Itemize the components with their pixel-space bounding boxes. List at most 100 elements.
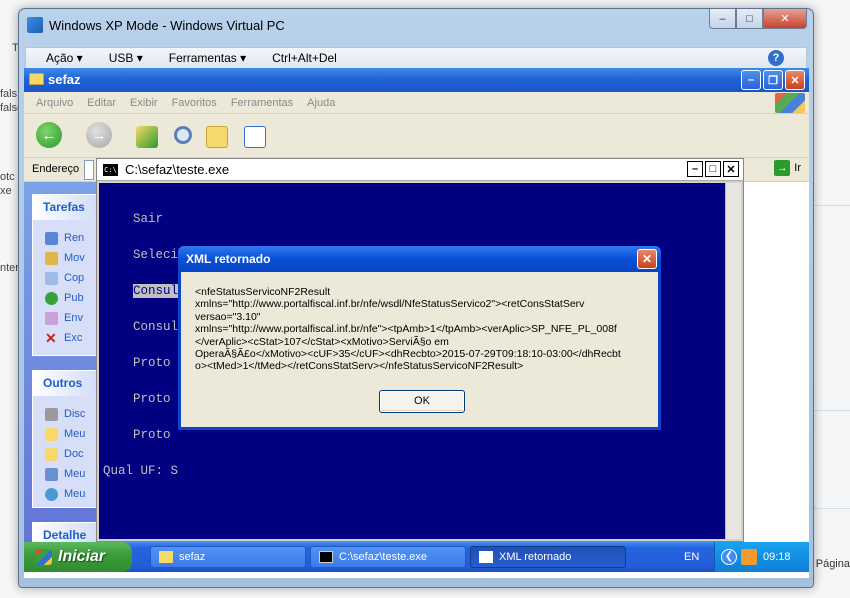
window-icon bbox=[479, 551, 493, 563]
xp-guest-screen: sefaz – ❐ ✕ Arquivo Editar Exibir Favori… bbox=[24, 68, 809, 578]
place-label: Doc bbox=[64, 448, 84, 460]
language-indicator[interactable]: EN bbox=[684, 551, 699, 563]
dialog-message: <nfeStatusServicoNF2Result xmlns="http:/… bbox=[195, 286, 621, 373]
vpc-window-title: Windows XP Mode - Windows Virtual PC bbox=[49, 18, 285, 33]
dialog-title: XML retornado bbox=[186, 252, 271, 266]
clock[interactable]: 09:18 bbox=[763, 551, 791, 563]
place-label: Disc bbox=[64, 408, 86, 420]
menu-arquivo[interactable]: Arquivo bbox=[36, 97, 73, 109]
host-fragment: fals bbox=[0, 88, 18, 100]
menu-ajuda[interactable]: Ajuda bbox=[307, 97, 335, 109]
computer-icon bbox=[45, 467, 58, 481]
menu-ferramentas[interactable]: Ferramentas ▾ bbox=[169, 51, 246, 65]
forward-arrow-icon[interactable]: → bbox=[86, 122, 112, 148]
explorer-title: sefaz bbox=[48, 72, 81, 87]
virtual-pc-icon bbox=[27, 17, 43, 33]
console-line: Proto bbox=[103, 428, 171, 442]
console-close-button[interactable]: ✕ bbox=[723, 161, 739, 177]
menu-editar[interactable]: Editar bbox=[87, 97, 116, 109]
xml-dialog: XML retornado ✕ <nfeStatusServicoNF2Resu… bbox=[178, 246, 661, 430]
dialog-titlebar[interactable]: XML retornado ✕ bbox=[178, 246, 661, 272]
address-input[interactable] bbox=[84, 160, 94, 180]
help-icon[interactable]: ? bbox=[768, 50, 784, 66]
views-icon[interactable] bbox=[244, 126, 266, 148]
task-label: Ren bbox=[64, 232, 85, 244]
address-label: Endereço bbox=[32, 163, 80, 175]
go-button[interactable]: → Ir bbox=[774, 160, 801, 176]
menu-acao[interactable]: Ação ▾ bbox=[46, 51, 83, 65]
host-fragment: xe bbox=[0, 185, 12, 197]
taskbar-item-label: sefaz bbox=[179, 551, 206, 563]
chevron-left-icon[interactable]: ❮ bbox=[721, 549, 737, 565]
console-titlebar[interactable]: C:\ C:\sefaz\teste.exe – □ ✕ bbox=[97, 159, 743, 181]
explorer-toolbar: ← → bbox=[24, 114, 809, 158]
start-label: Iniciar bbox=[58, 548, 106, 565]
close-button[interactable]: ✕ bbox=[763, 9, 807, 29]
delete-icon: ✕ bbox=[45, 329, 57, 346]
system-tray: ❮ 09:18 bbox=[714, 542, 809, 572]
menu-favoritos[interactable]: Favoritos bbox=[172, 97, 217, 109]
tray-app-icon[interactable] bbox=[741, 549, 757, 565]
search-icon[interactable] bbox=[174, 126, 192, 144]
host-fragment: nter bbox=[0, 262, 19, 274]
console-line: Sair bbox=[103, 212, 164, 226]
maximize-button[interactable]: □ bbox=[736, 9, 763, 29]
menu-ferramentas-xp[interactable]: Ferramentas bbox=[231, 97, 293, 109]
publish-icon bbox=[45, 291, 58, 305]
menu-ctrl-alt-del[interactable]: Ctrl+Alt+Del bbox=[272, 51, 337, 65]
up-folder-icon[interactable] bbox=[136, 126, 158, 148]
vpc-menubar: Ação ▾ USB ▾ Ferramentas ▾ Ctrl+Alt+Del … bbox=[25, 47, 807, 69]
back-arrow-icon[interactable]: ← bbox=[36, 122, 62, 148]
folders-icon[interactable] bbox=[206, 126, 228, 148]
explorer-menubar: Arquivo Editar Exibir Favoritos Ferramen… bbox=[24, 92, 809, 114]
host-divider bbox=[814, 508, 850, 509]
console-minimize-button[interactable]: – bbox=[687, 161, 703, 177]
task-label: Exc bbox=[64, 332, 83, 344]
taskbar-item-console[interactable]: C:\sefaz\teste.exe bbox=[310, 546, 466, 568]
task-label: Mov bbox=[64, 252, 85, 264]
minimize-button[interactable]: – bbox=[709, 9, 736, 29]
xp-taskbar: Iniciar sefaz C:\sefaz\teste.exe XML ret… bbox=[24, 542, 809, 572]
folder-icon bbox=[45, 427, 58, 441]
cmd-icon bbox=[319, 551, 333, 563]
move-icon bbox=[45, 251, 58, 265]
menu-usb[interactable]: USB ▾ bbox=[109, 51, 143, 65]
rename-icon bbox=[45, 231, 58, 245]
explorer-close-button[interactable]: ✕ bbox=[785, 70, 805, 90]
folder-icon bbox=[45, 447, 58, 461]
host-divider bbox=[814, 205, 850, 206]
menu-exibir[interactable]: Exibir bbox=[130, 97, 158, 109]
console-title: C:\sefaz\teste.exe bbox=[125, 162, 230, 177]
console-line: Qual UF: S bbox=[103, 464, 179, 478]
cmd-icon: C:\ bbox=[103, 164, 118, 176]
send-icon bbox=[45, 311, 58, 325]
explorer-titlebar[interactable]: sefaz – ❐ ✕ bbox=[24, 68, 809, 92]
console-scrollbar[interactable] bbox=[725, 183, 741, 539]
start-button[interactable]: Iniciar bbox=[24, 542, 132, 572]
network-icon bbox=[45, 487, 58, 501]
taskbar-item-sefaz[interactable]: sefaz bbox=[150, 546, 306, 568]
taskbar-item-label: C:\sefaz\teste.exe bbox=[339, 551, 428, 563]
place-label: Meu bbox=[64, 428, 86, 440]
windows-logo-icon bbox=[36, 549, 52, 565]
host-divider bbox=[814, 410, 850, 411]
explorer-minimize-button[interactable]: – bbox=[741, 70, 761, 90]
host-page-label: Página bbox=[815, 558, 850, 570]
vpc-titlebar[interactable]: Windows XP Mode - Windows Virtual PC – □… bbox=[19, 9, 813, 39]
task-label: Pub bbox=[64, 292, 84, 304]
ok-button[interactable]: OK bbox=[379, 390, 465, 413]
drive-icon bbox=[45, 407, 58, 421]
place-label: Meu bbox=[64, 468, 86, 480]
explorer-restore-button[interactable]: ❐ bbox=[763, 70, 783, 90]
task-label: Cop bbox=[64, 272, 85, 284]
place-label: Meu bbox=[64, 488, 86, 500]
go-arrow-icon: → bbox=[774, 160, 791, 176]
taskbar-item-xml-dialog[interactable]: XML retornado bbox=[470, 546, 626, 568]
folder-icon bbox=[159, 551, 173, 563]
copy-icon bbox=[45, 271, 58, 285]
go-label: Ir bbox=[794, 162, 801, 174]
task-label: Env bbox=[64, 312, 83, 324]
folder-icon bbox=[29, 73, 44, 85]
dialog-close-button[interactable]: ✕ bbox=[637, 249, 657, 269]
console-maximize-button[interactable]: □ bbox=[705, 161, 721, 177]
